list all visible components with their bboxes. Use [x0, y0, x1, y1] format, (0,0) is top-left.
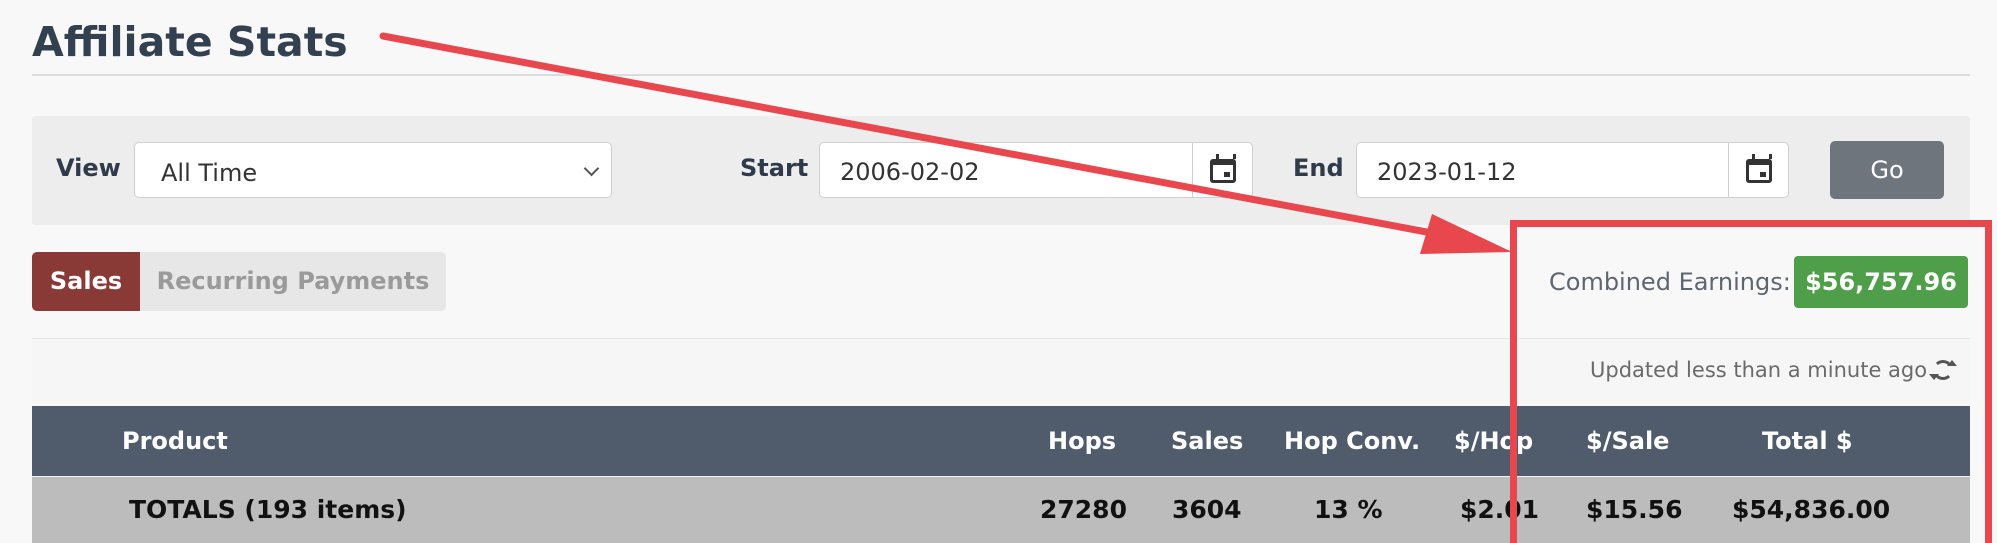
affiliate-stats-page: Affiliate Stats View All Time Start 2006…	[0, 0, 1997, 543]
annotation-arrow-icon	[379, 32, 1512, 254]
